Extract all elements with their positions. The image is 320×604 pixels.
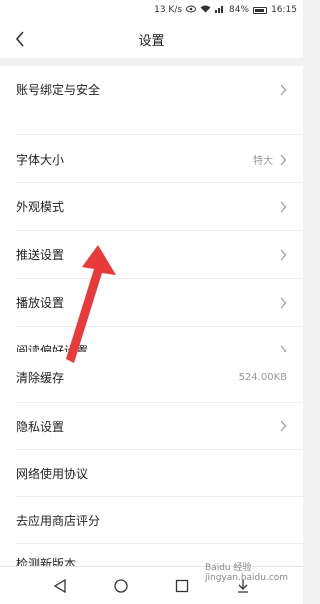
- eye-comfort-icon: [186, 5, 197, 16]
- settings-item-appearance-mode[interactable]: 外观模式: [0, 183, 303, 230]
- settings-item-playback-settings[interactable]: 播放设置: [0, 279, 303, 326]
- nav-back-button[interactable]: [49, 575, 71, 597]
- wifi-icon: [200, 5, 211, 16]
- settings-item-clear-cache-row[interactable]: 清除缓存 524.00KB: [0, 352, 303, 402]
- settings-item-rate-app[interactable]: 去应用商店评分: [0, 497, 303, 543]
- font-size-value: 特大: [253, 156, 273, 167]
- settings-item-label: 播放设置: [16, 296, 65, 310]
- settings-item-label: 去应用商店评分: [16, 513, 101, 528]
- settings-item-label: 账号绑定与安全: [16, 83, 101, 97]
- circle-home-icon: [114, 578, 128, 593]
- nav-home-button[interactable]: [110, 575, 132, 597]
- settings-item-push-settings[interactable]: 推送设置: [0, 231, 303, 278]
- settings-item-label: 隐私设置: [16, 419, 65, 434]
- chevron-right-icon: [280, 201, 287, 212]
- chevron-right-icon: [280, 154, 287, 165]
- divider: [16, 134, 303, 135]
- page-title: 设置: [138, 33, 165, 49]
- settings-item-network-agreement[interactable]: 网络使用协议: [0, 450, 303, 496]
- back-button[interactable]: [10, 28, 30, 50]
- chevron-right-icon: [280, 84, 287, 95]
- watermark: Baidu 经验 jingyan.baidu.com: [205, 563, 289, 583]
- chevron-right-icon: [280, 420, 287, 432]
- triangle-back-icon: [54, 578, 67, 593]
- settings-item-account-security[interactable]: 账号绑定与安全: [0, 66, 303, 113]
- settings-item-font-size[interactable]: 字体大小 特大: [0, 136, 303, 183]
- settings-item-label: 外观模式: [16, 200, 65, 214]
- annotation-arrow: [66, 245, 116, 363]
- nav-recents-button[interactable]: [171, 575, 193, 597]
- network-speed: 13 K/s: [154, 5, 183, 15]
- chevron-left-icon: [15, 31, 24, 47]
- header: 设置: [0, 20, 303, 58]
- chevron-right-icon: [280, 297, 287, 308]
- chevron-right-icon: [280, 249, 287, 260]
- clock: 16:15: [271, 5, 297, 15]
- settings-item-label: 推送设置: [16, 248, 65, 262]
- settings-item-label: 网络使用协议: [16, 466, 89, 481]
- battery-percent: 84%: [229, 5, 250, 15]
- settings-list-lower: 清除缓存 524.00KB 隐私设置 网络使用协议 去应用商店评分 检测新版本: [0, 352, 303, 571]
- status-bar: 13 K/s 84% 16:15: [0, 0, 303, 20]
- battery-icon: [253, 6, 268, 14]
- settings-item-privacy[interactable]: 隐私设置: [0, 403, 303, 449]
- settings-item-label: 字体大小: [16, 153, 65, 167]
- settings-item-label: 清除缓存: [16, 370, 65, 385]
- square-recents-icon: [175, 579, 189, 592]
- cache-size-value: 524.00KB: [238, 371, 287, 383]
- signal-icon: [215, 5, 225, 16]
